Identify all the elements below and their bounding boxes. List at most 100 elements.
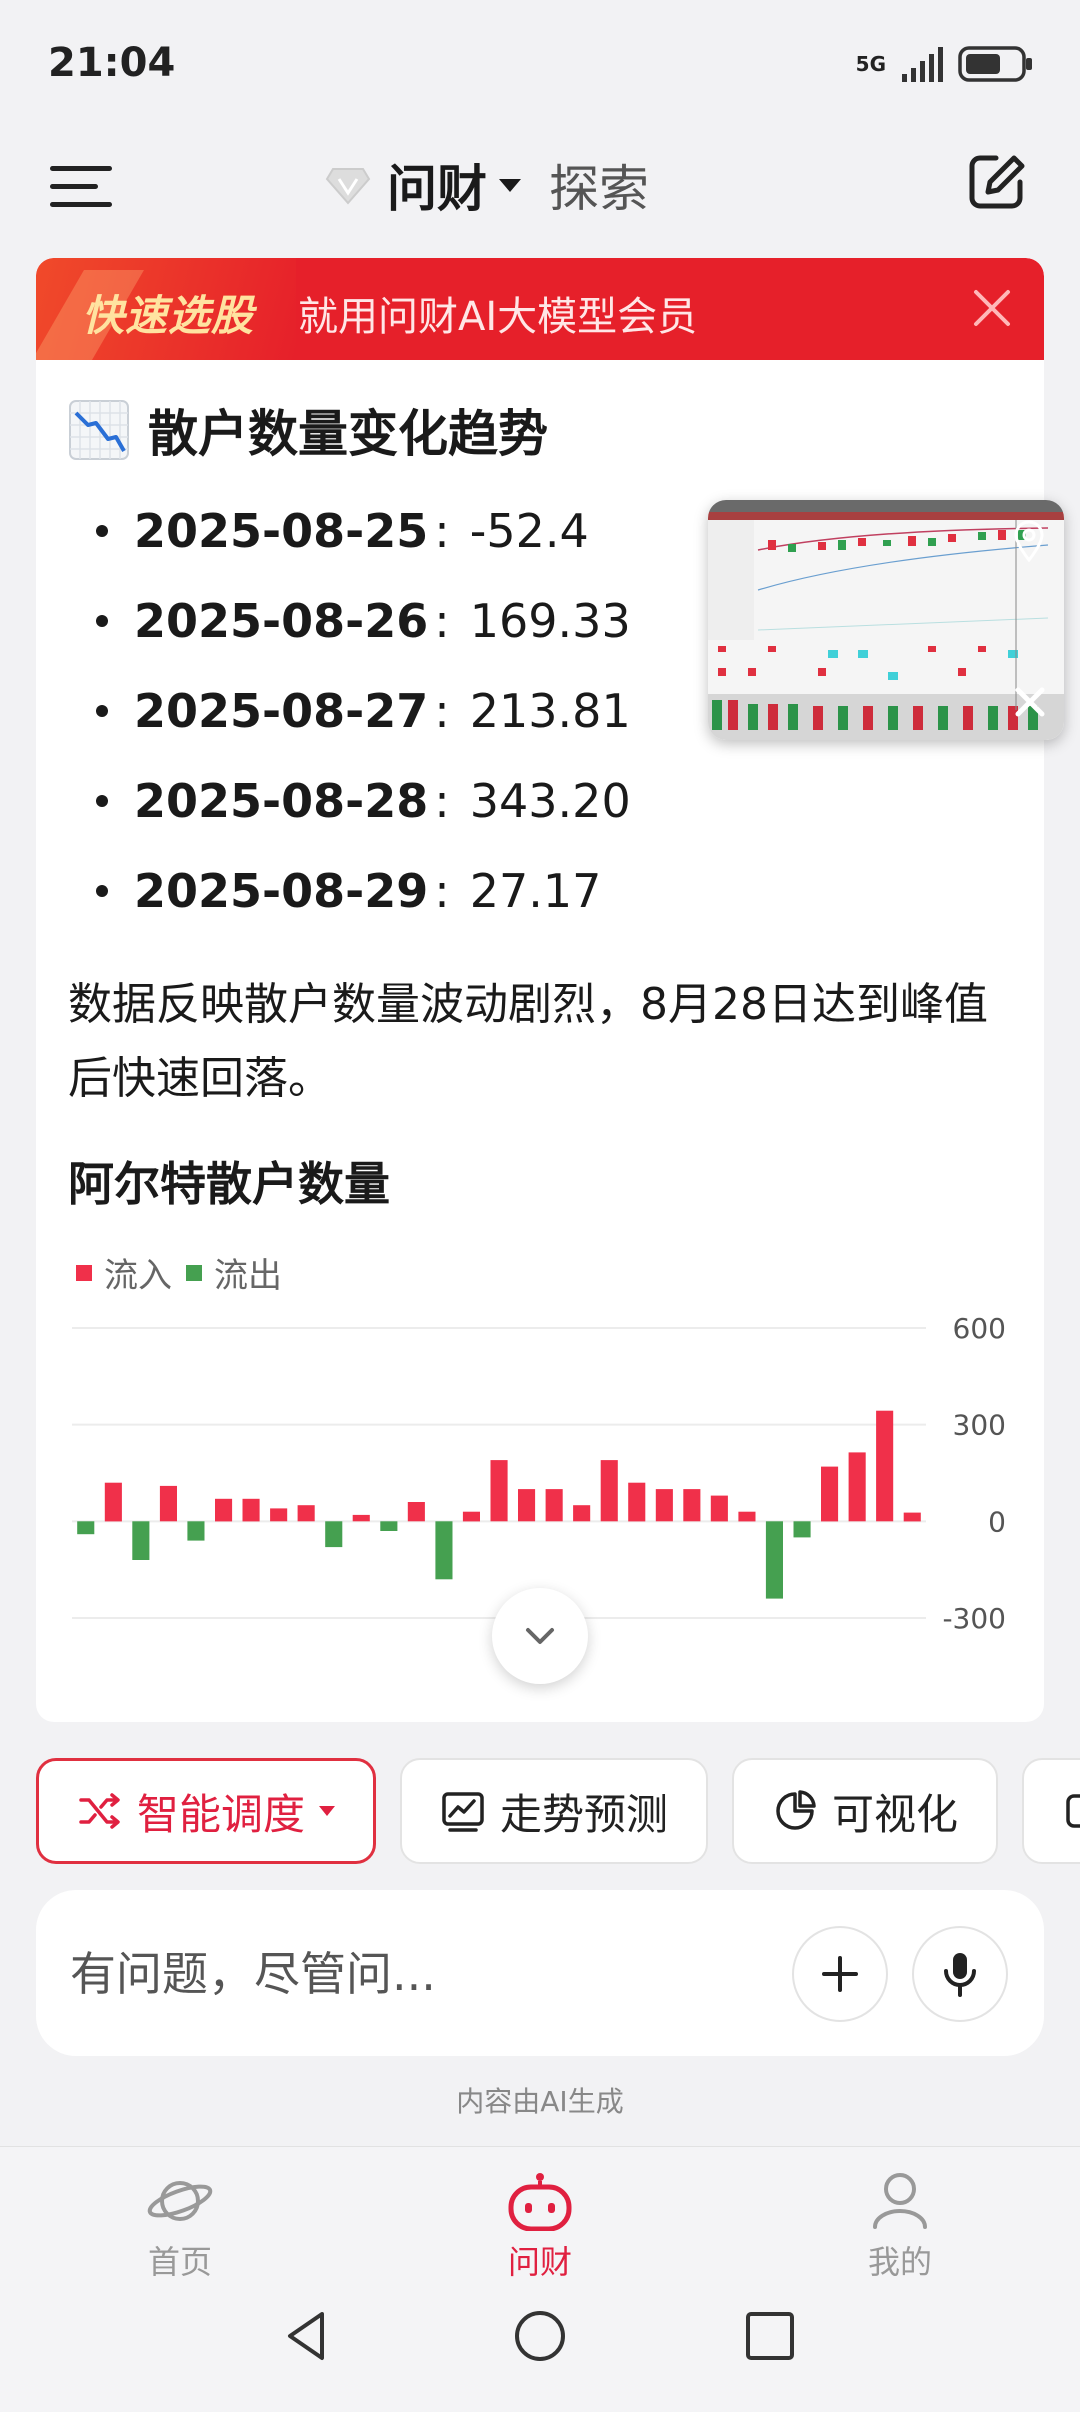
question-input-box — [36, 1890, 1044, 2056]
bar-inflow[interactable] — [462, 1511, 480, 1522]
bottom-nav: 首页 问财 我的 — [0, 2146, 1080, 2281]
promo-text: 就用问财AI大模型会员 — [298, 294, 698, 340]
bar-outflow[interactable] — [77, 1521, 95, 1535]
bar-inflow[interactable] — [600, 1460, 618, 1522]
chip-label: 智能调度 — [137, 1789, 306, 1839]
item-date: 2025-08-27 — [134, 684, 429, 738]
chip-label: 可视化 — [832, 1789, 959, 1839]
nav-item-mine[interactable]: 我的 — [820, 2171, 980, 2283]
bar-inflow[interactable] — [352, 1514, 370, 1522]
bar-inflow[interactable] — [738, 1511, 756, 1522]
question-input[interactable] — [70, 1934, 770, 2014]
item-value: 213.81 — [469, 684, 631, 738]
add-button[interactable] — [792, 1926, 888, 2022]
chip-label: 走势预测 — [500, 1789, 669, 1839]
item-date: 2025-08-25 — [134, 504, 429, 558]
bar-inflow[interactable] — [104, 1482, 122, 1522]
nav-label-wencai: 问财 — [507, 2243, 572, 2281]
bar-outflow[interactable] — [380, 1521, 398, 1531]
bullet — [96, 795, 108, 807]
voice-input-button[interactable] — [912, 1926, 1008, 2022]
bar-inflow[interactable] — [270, 1508, 288, 1522]
tab-explore[interactable]: 探索 — [549, 149, 649, 221]
nav-title-dropdown[interactable]: 问财 — [387, 149, 487, 221]
back-icon[interactable] — [278, 2306, 338, 2366]
chip-smart-dispatch[interactable]: 智能调度 — [36, 1758, 377, 1864]
bar-outflow[interactable] — [325, 1521, 343, 1548]
bullet — [96, 615, 108, 627]
planet-icon — [147, 2181, 213, 2221]
bar-inflow[interactable] — [710, 1495, 728, 1522]
system-nav-bar — [0, 2278, 1080, 2412]
legend-label-inflow: 流入 — [104, 1256, 172, 1296]
recents-icon[interactable] — [740, 2306, 800, 2366]
legend-swatch-inflow — [76, 1264, 92, 1281]
bar-inflow[interactable] — [848, 1452, 866, 1522]
bar-outflow[interactable] — [793, 1521, 811, 1538]
status-bar: 21:04 5G — [0, 0, 1080, 130]
bar-inflow[interactable] — [655, 1489, 673, 1522]
status-icons: 5G — [856, 44, 1034, 84]
location-pin-icon[interactable] — [1012, 520, 1046, 562]
bar-inflow[interactable] — [573, 1505, 591, 1522]
signal-icon — [902, 47, 943, 82]
y-tick-label: 0 — [988, 1505, 1006, 1538]
list-item: 2025-08-26 : 169.33 — [96, 576, 631, 666]
section-title: 散户数量变化趋势 — [148, 405, 548, 463]
nav-title-group: 问财 探索 — [325, 150, 649, 220]
plus-icon — [822, 1956, 858, 1992]
close-icon[interactable] — [970, 286, 1014, 330]
bar-outflow[interactable] — [187, 1521, 205, 1541]
chevron-down-icon[interactable] — [499, 178, 521, 192]
bar-inflow[interactable] — [903, 1512, 921, 1522]
close-icon[interactable] — [1014, 686, 1046, 718]
bar-inflow[interactable] — [242, 1498, 260, 1522]
chip-more[interactable] — [1022, 1758, 1080, 1864]
trend-chart-icon — [442, 1792, 484, 1832]
y-tick-label: -300 — [942, 1602, 1006, 1635]
item-separator: : — [434, 594, 450, 648]
item-date: 2025-08-29 — [134, 864, 429, 918]
promo-banner[interactable]: 快速选股 就用问财AI大模型会员 — [36, 258, 1044, 360]
bar-inflow[interactable] — [545, 1489, 563, 1522]
y-tick-label: 300 — [953, 1409, 1006, 1442]
bar-inflow[interactable] — [518, 1489, 536, 1522]
more-tools-icon — [1066, 1794, 1080, 1828]
robot-icon — [508, 2173, 572, 2231]
new-chat-edit-icon[interactable] — [966, 152, 1026, 212]
action-chips: 智能调度 走势预测 可视化 — [36, 1758, 1080, 1864]
menu-icon[interactable] — [50, 164, 116, 208]
bar-inflow[interactable] — [215, 1498, 233, 1522]
floating-video-window[interactable] — [708, 500, 1064, 740]
stock-chart-thumbnail — [708, 500, 1064, 740]
bar-inflow[interactable] — [683, 1489, 701, 1522]
list-item: 2025-08-28 : 343.20 — [96, 756, 631, 846]
bar-inflow[interactable] — [628, 1482, 646, 1522]
status-time: 21:04 — [48, 40, 176, 86]
chip-visualize[interactable]: 可视化 — [732, 1758, 999, 1864]
bar-inflow[interactable] — [159, 1485, 177, 1522]
diamond-icon — [325, 168, 371, 205]
nav-item-home[interactable]: 首页 — [100, 2171, 260, 2283]
item-value: 343.20 — [469, 774, 631, 828]
scroll-down-button[interactable] — [492, 1588, 588, 1684]
item-separator: : — [434, 864, 450, 918]
chip-trend-forecast[interactable]: 走势预测 — [400, 1758, 709, 1864]
y-tick-label: 600 — [953, 1312, 1006, 1345]
bar-inflow[interactable] — [407, 1502, 425, 1522]
bar-outflow[interactable] — [765, 1521, 783, 1599]
bar-inflow[interactable] — [297, 1505, 315, 1522]
bar-inflow[interactable] — [490, 1460, 508, 1522]
home-icon[interactable] — [510, 2306, 570, 2366]
bar-outflow[interactable] — [132, 1521, 150, 1560]
chart-title: 阿尔特散户数量 — [68, 1157, 390, 1211]
bar-inflow[interactable] — [821, 1466, 839, 1522]
chart-decreasing-icon — [69, 400, 129, 460]
pie-chart-icon — [776, 1790, 816, 1830]
microphone-icon — [944, 1953, 976, 1997]
bar-outflow[interactable] — [435, 1521, 453, 1580]
nav-item-wencai[interactable]: 问财 — [460, 2171, 620, 2283]
bar-inflow[interactable] — [876, 1410, 894, 1522]
item-value: 27.17 — [469, 864, 602, 918]
section-heading: 散户数量变化趋势 — [68, 394, 548, 466]
